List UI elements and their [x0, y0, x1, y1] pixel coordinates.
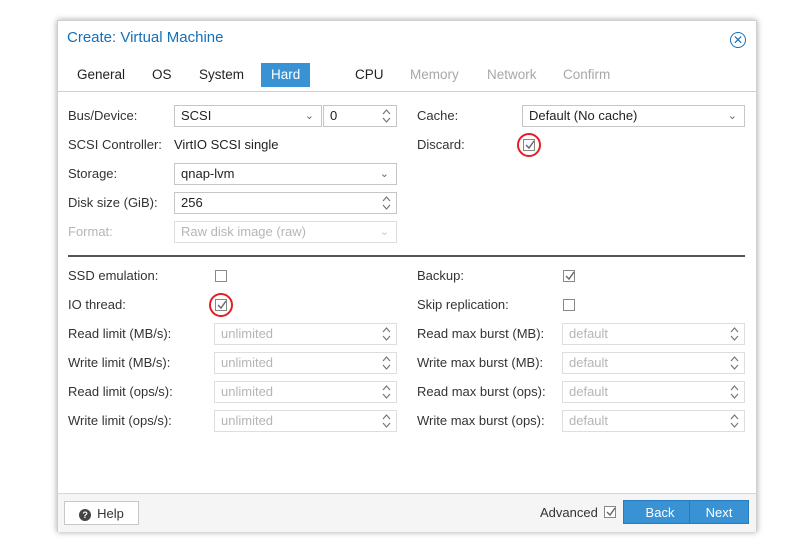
scsi-controller-label: SCSI Controller:	[68, 137, 162, 152]
write-burst-input[interactable]: default	[562, 352, 745, 374]
storage-value: qnap-lvm	[181, 166, 235, 181]
chevron-down-icon: ⌄	[379, 226, 389, 238]
spinner-arrows-icon[interactable]	[730, 354, 739, 372]
read-ops-limit-placeholder: unlimited	[221, 384, 274, 399]
tab-memory: Memory	[410, 67, 459, 82]
checkmark-icon	[606, 507, 616, 517]
read-ops-limit-input[interactable]: unlimited	[214, 381, 397, 403]
ssd-emulation-checkbox[interactable]	[215, 270, 227, 282]
format-select: Raw disk image (raw) ⌄	[174, 221, 397, 243]
read-ops-limit-label: Read limit (ops/s):	[68, 384, 173, 399]
cache-label: Cache:	[417, 108, 459, 123]
spinner-arrows-icon[interactable]	[382, 412, 391, 430]
write-ops-limit-label: Write limit (ops/s):	[68, 413, 172, 428]
storage-label: Storage:	[68, 166, 118, 181]
spinner-arrows-icon[interactable]	[730, 383, 739, 401]
backup-checkbox[interactable]	[563, 270, 575, 282]
cache-select[interactable]: Default (No cache) ⌄	[522, 105, 745, 127]
read-burst-label: Read max burst (MB):	[417, 326, 545, 341]
io-thread-label: IO thread:	[68, 297, 126, 312]
spinner-arrows-icon[interactable]	[382, 383, 391, 401]
write-limit-input[interactable]: unlimited	[214, 352, 397, 374]
write-limit-placeholder: unlimited	[221, 355, 274, 370]
ssd-emulation-label: SSD emulation:	[68, 268, 159, 283]
bus-device-label: Bus/Device:	[68, 108, 138, 123]
tab-os[interactable]: OS	[142, 63, 182, 87]
device-number-spinner[interactable]: 0	[323, 105, 397, 127]
write-burst-label: Write max burst (MB):	[417, 355, 544, 370]
write-ops-limit-input[interactable]: unlimited	[214, 410, 397, 432]
read-burst-placeholder: default	[569, 326, 609, 341]
highlight-circle	[209, 293, 233, 317]
help-label: Help	[97, 506, 124, 521]
scsi-controller-value: VirtIO SCSI single	[174, 137, 279, 152]
write-ops-limit-placeholder: unlimited	[221, 413, 274, 428]
write-ops-burst-placeholder: default	[569, 413, 609, 428]
read-limit-input[interactable]: unlimited	[214, 323, 397, 345]
skip-replication-checkbox[interactable]	[563, 299, 575, 311]
advanced-label: Advanced	[540, 505, 598, 520]
skip-replication-label: Skip replication:	[417, 297, 509, 312]
chevron-down-icon: ⌄	[727, 110, 737, 122]
spinner-arrows-icon[interactable]	[730, 325, 739, 343]
spinner-arrows-icon[interactable]	[382, 325, 391, 343]
storage-select[interactable]: qnap-lvm ⌄	[174, 163, 397, 185]
back-button[interactable]: Back	[623, 500, 697, 524]
device-number-value: 0	[330, 108, 338, 123]
read-limit-label: Read limit (MB/s):	[68, 326, 172, 341]
dialog-footer: ? Help Advanced Back Next	[58, 493, 756, 532]
format-label: Format:	[68, 224, 113, 239]
hard-disk-panel: Bus/Device: SCSI ⌄ 0 SCSI Controller: Vi…	[58, 91, 756, 494]
dialog-title: Create: Virtual Machine	[67, 29, 224, 46]
read-burst-input[interactable]: default	[562, 323, 745, 345]
advanced-checkbox[interactable]	[604, 506, 616, 518]
bus-select[interactable]: SCSI ⌄	[174, 105, 322, 127]
write-ops-burst-input[interactable]: default	[562, 410, 745, 432]
tab-network: Network	[487, 67, 537, 82]
highlight-circle	[517, 133, 541, 157]
read-ops-burst-placeholder: default	[569, 384, 609, 399]
read-ops-burst-input[interactable]: default	[562, 381, 745, 403]
create-vm-dialog: Create: Virtual Machine ✕ General OS Sys…	[57, 20, 757, 532]
chevron-down-icon: ⌄	[379, 168, 389, 180]
write-burst-placeholder: default	[569, 355, 609, 370]
disk-size-input[interactable]: 256	[174, 192, 397, 214]
spinner-arrows-icon[interactable]	[382, 194, 391, 212]
bus-value: SCSI	[181, 108, 212, 123]
tab-system[interactable]: System	[189, 63, 254, 87]
close-icon[interactable]: ✕	[730, 32, 746, 48]
spinner-arrows-icon[interactable]	[730, 412, 739, 430]
tab-cpu[interactable]: CPU	[345, 63, 394, 87]
cache-value: Default (No cache)	[529, 108, 638, 123]
write-limit-label: Write limit (MB/s):	[68, 355, 171, 370]
read-limit-placeholder: unlimited	[221, 326, 274, 341]
advanced-separator	[68, 255, 745, 257]
next-button[interactable]: Next	[689, 500, 749, 524]
discard-label: Discard:	[417, 137, 465, 152]
help-button[interactable]: ? Help	[64, 501, 139, 525]
spinner-arrows-icon[interactable]	[382, 354, 391, 372]
question-icon: ?	[79, 508, 92, 521]
read-ops-burst-label: Read max burst (ops):	[417, 384, 546, 399]
disk-size-label: Disk size (GiB):	[68, 195, 158, 210]
tab-confirm: Confirm	[563, 67, 611, 82]
tab-hard-disk[interactable]: Hard Disk	[261, 63, 311, 106]
chevron-down-icon: ⌄	[304, 110, 314, 122]
disk-size-value: 256	[181, 195, 203, 210]
backup-label: Backup:	[417, 268, 464, 283]
tab-general[interactable]: General	[67, 63, 135, 87]
write-ops-burst-label: Write max burst (ops):	[417, 413, 545, 428]
spinner-arrows-icon[interactable]	[382, 107, 391, 125]
format-value: Raw disk image (raw)	[181, 224, 306, 239]
checkmark-icon	[565, 271, 575, 281]
